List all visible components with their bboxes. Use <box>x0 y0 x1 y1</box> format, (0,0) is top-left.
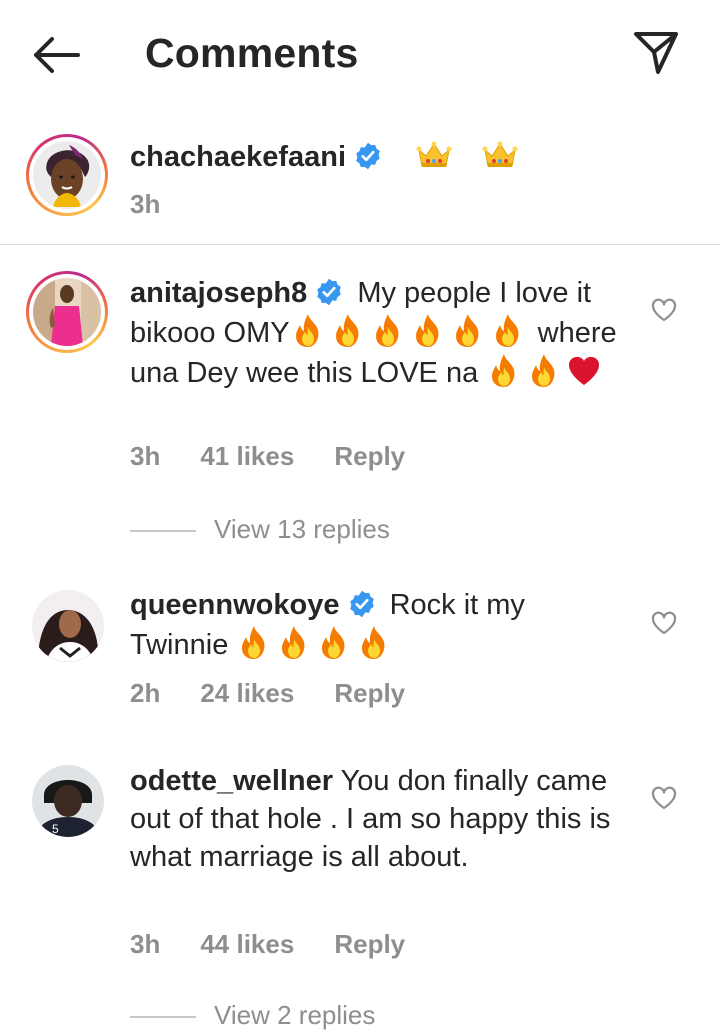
avatar-image <box>33 278 101 346</box>
verified-badge-icon <box>348 590 376 618</box>
caption-time: 3h <box>130 189 161 219</box>
fire-emoji-icon <box>290 312 326 350</box>
back-button[interactable] <box>30 34 82 76</box>
fire-emoji-icon <box>356 624 392 662</box>
avatar-image <box>32 590 104 662</box>
verified-badge-icon <box>315 278 343 306</box>
comment-time: 3h <box>130 929 161 959</box>
comment-time: 2h <box>130 678 161 708</box>
top-bar: Comments <box>0 0 720 110</box>
like-heart-icon[interactable] <box>651 298 677 322</box>
caption-text: chachaekefaani <box>130 136 620 176</box>
divider-line <box>130 1016 196 1019</box>
fire-emoji-icon <box>236 624 272 662</box>
back-arrow-icon <box>34 37 80 73</box>
divider <box>0 244 720 245</box>
view-replies-button[interactable]: View 13 replies <box>130 514 390 545</box>
share-button[interactable] <box>630 28 682 76</box>
comment-username[interactable]: queennwokoye <box>130 589 340 621</box>
comment-text: odette_wellner You don finally came out … <box>130 762 620 876</box>
like-heart-icon[interactable] <box>651 611 677 635</box>
fire-emoji-icon <box>276 624 312 662</box>
comment-username[interactable]: anitajoseph8 <box>130 277 307 309</box>
fire-emoji-icon <box>450 312 486 350</box>
reply-button[interactable]: Reply <box>334 441 405 471</box>
view-replies-label: View 13 replies <box>214 514 390 544</box>
likes-count[interactable]: 41 likes <box>200 441 294 471</box>
fire-emoji-icon <box>316 624 352 662</box>
fire-emoji-icon <box>370 312 406 350</box>
like-heart-icon[interactable] <box>651 786 677 810</box>
fire-emoji-icon <box>526 352 562 390</box>
avatar[interactable] <box>32 590 104 662</box>
avatar-image: 5 <box>32 765 104 837</box>
caption-meta: 3h <box>130 189 200 220</box>
avatar-image <box>33 141 101 209</box>
verified-badge-icon <box>354 142 382 170</box>
red-heart-emoji-icon <box>566 352 602 390</box>
comment-username[interactable]: odette_wellner <box>130 765 333 797</box>
caption-username[interactable]: chachaekefaani <box>130 141 346 173</box>
fire-emoji-icon <box>330 312 366 350</box>
reply-button[interactable]: Reply <box>334 678 405 708</box>
avatar[interactable] <box>26 271 108 353</box>
comment-meta: 3h 44 likes Reply <box>130 929 445 960</box>
fire-emoji-icon <box>490 312 526 350</box>
fire-emoji-icon <box>410 312 446 350</box>
comment-meta: 2h 24 likes Reply <box>130 678 445 709</box>
avatar[interactable] <box>26 134 108 216</box>
fire-emoji-icon <box>486 352 522 390</box>
svg-text:5: 5 <box>52 822 59 836</box>
likes-count[interactable]: 24 likes <box>200 678 294 708</box>
comment-time: 3h <box>130 441 161 471</box>
divider-line <box>130 530 196 533</box>
send-icon <box>634 32 678 74</box>
crown-emoji-icon <box>482 136 518 174</box>
comment-text: queennwokoye Rock it my Twinnie <box>130 586 620 664</box>
comment-meta: 3h 41 likes Reply <box>130 441 445 472</box>
avatar[interactable]: 5 <box>32 765 104 837</box>
crown-emoji-icon <box>416 136 452 174</box>
reply-button[interactable]: Reply <box>334 929 405 959</box>
likes-count[interactable]: 44 likes <box>200 929 294 959</box>
page-title: Comments <box>145 30 359 76</box>
comment-text: anitajoseph8 My people I love it bikooo … <box>130 274 620 392</box>
view-replies-label: View 2 replies <box>214 1000 376 1030</box>
